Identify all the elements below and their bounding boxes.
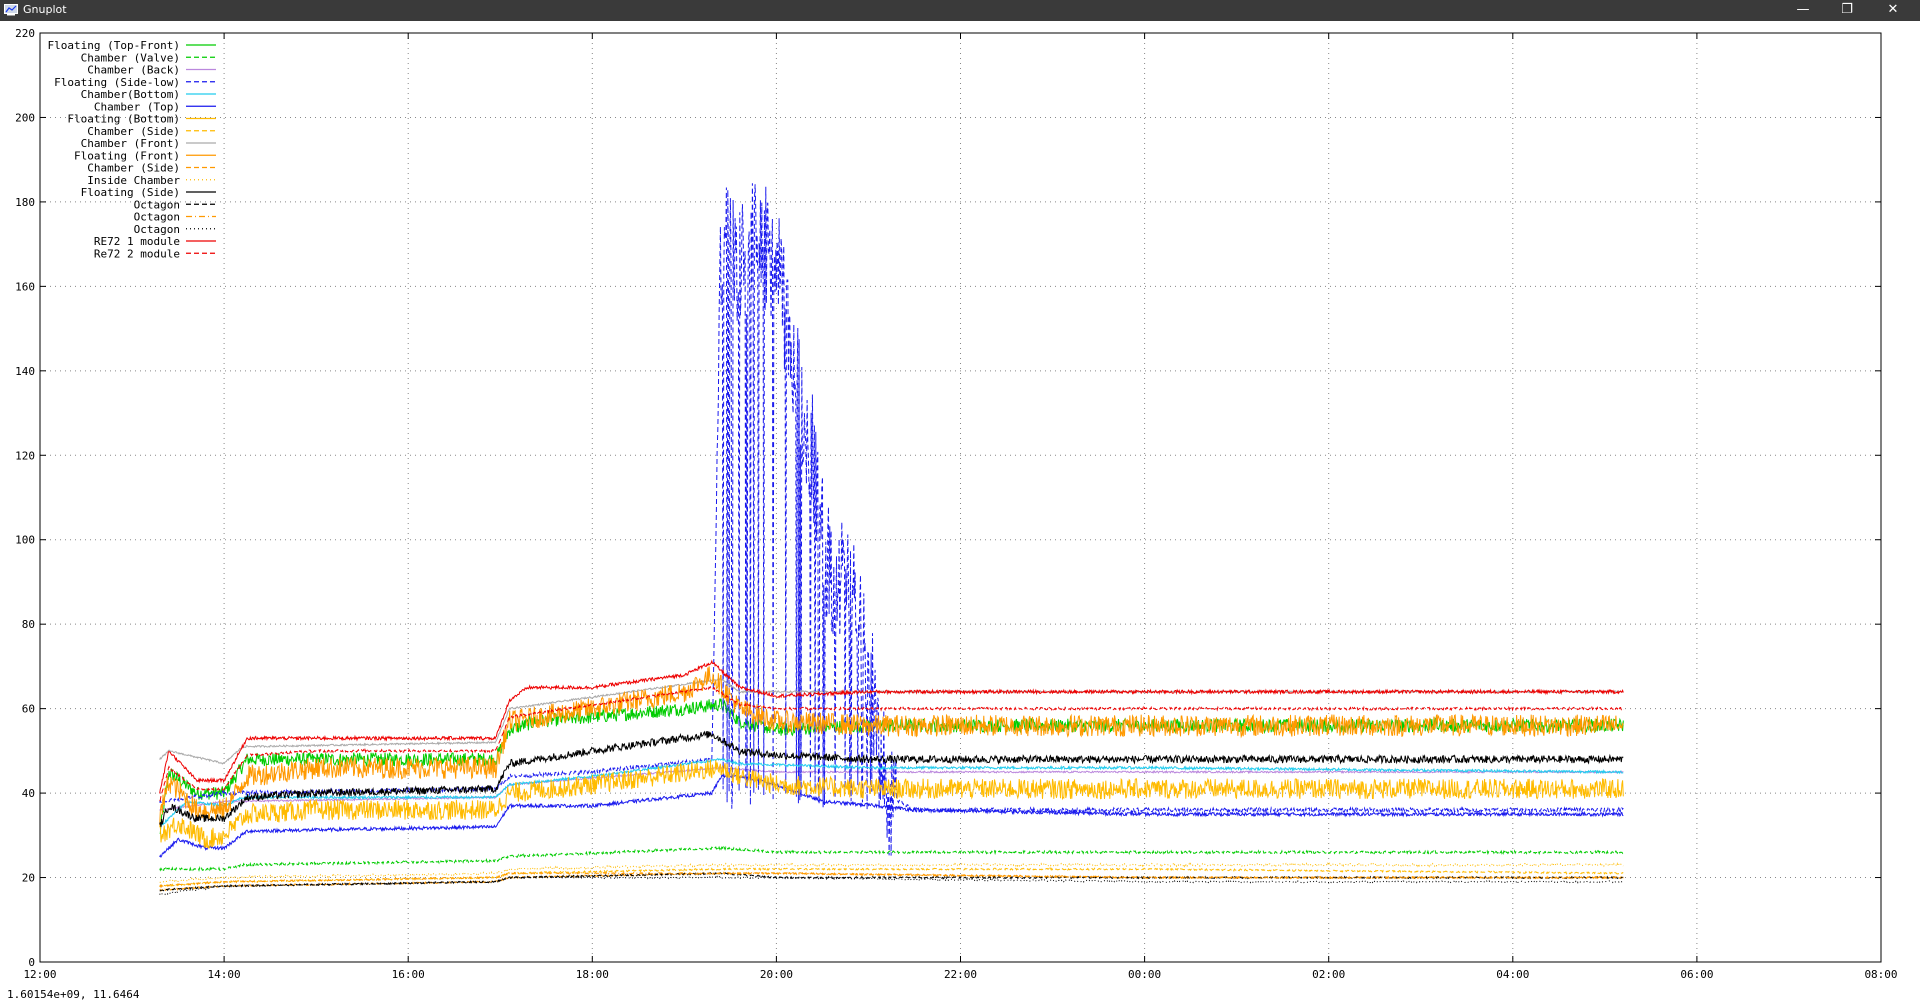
restore-icon: ❐ xyxy=(1841,2,1853,17)
y-tick-label: 40 xyxy=(22,787,35,800)
plot-canvas[interactable]: 12:00 14:00 16:00 18:00 20:00 22:00 00:00 02:00… xyxy=(0,21,1920,1002)
legend-label: Floating (Top-Front) xyxy=(48,39,180,52)
legend-label: Octagon xyxy=(134,211,180,224)
y-tick-label: 120 xyxy=(15,449,35,462)
legend-label: Chamber (Side) xyxy=(87,162,180,175)
minimize-button[interactable]: — xyxy=(1783,0,1823,21)
legend-label: Chamber (Back) xyxy=(87,64,180,77)
y-tick-label: 100 xyxy=(15,534,35,547)
close-icon: ✕ xyxy=(1887,2,1899,17)
y-tick-label: 220 xyxy=(15,27,35,40)
x-tick-label: 22:00 xyxy=(944,968,977,981)
legend-label: Octagon xyxy=(134,198,180,211)
legend-label: Re72 2 module xyxy=(94,247,180,260)
legend-label: RE72 1 module xyxy=(94,235,180,248)
x-tick-label: 00:00 xyxy=(1128,968,1161,981)
y-tick-label: 200 xyxy=(15,111,35,124)
legend-label: Inside Chamber xyxy=(87,174,180,187)
plot-border xyxy=(39,32,1882,963)
legend-label: Floating (Side-low) xyxy=(54,76,180,89)
gnuplot-app-icon xyxy=(4,4,18,16)
y-tick-label: 180 xyxy=(15,196,35,209)
y-tick-label: 20 xyxy=(22,872,35,885)
legend-label: Chamber(Bottom) xyxy=(81,88,180,101)
series-line-14 xyxy=(159,871,1624,888)
legend-label: Floating (Front) xyxy=(74,149,180,162)
legend-label: Floating (Bottom) xyxy=(67,113,180,126)
x-tick-label: 06:00 xyxy=(1680,968,1713,981)
y-tick-label: 80 xyxy=(22,618,35,631)
legend-label: Floating (Side) xyxy=(81,186,180,199)
x-tick-label: 08:00 xyxy=(1864,968,1897,981)
x-tick-label: 18:00 xyxy=(576,968,609,981)
x-tick-label: 04:00 xyxy=(1496,968,1529,981)
grid xyxy=(40,33,1881,962)
legend: Floating (Top-Front)Chamber (Valve)Chamb… xyxy=(48,39,216,260)
series-line-13 xyxy=(159,871,1624,892)
series-lines xyxy=(159,183,1624,897)
title-bar: Gnuplot — ❐ ✕ xyxy=(0,0,1920,21)
y-tick-label: 160 xyxy=(15,280,35,293)
legend-label: Chamber (Side) xyxy=(87,125,180,138)
x-tick-label: 14:00 xyxy=(208,968,241,981)
close-button[interactable]: ✕ xyxy=(1873,0,1913,21)
x-tick-label: 02:00 xyxy=(1312,968,1345,981)
y-tick-label: 140 xyxy=(15,365,35,378)
x-tick-label: 12:00 xyxy=(23,968,56,981)
series-line-3 xyxy=(159,183,1624,856)
legend-label: Chamber (Valve) xyxy=(81,51,180,64)
restore-button[interactable]: ❐ xyxy=(1827,0,1867,21)
legend-label: Octagon xyxy=(134,223,180,236)
cursor-coordinates: 1.60154e+09, 11.6464 xyxy=(7,988,140,1001)
y-tick-label: 0 xyxy=(28,956,35,969)
legend-label: Chamber (Top) xyxy=(94,100,180,113)
y-tick-label: 60 xyxy=(22,703,35,716)
legend-label: Chamber (Front) xyxy=(81,137,180,150)
window-title: Gnuplot xyxy=(23,3,67,16)
axis-ticks: 12:00 14:00 16:00 18:00 20:00 22:00 00:00 02:00… xyxy=(15,27,1897,981)
minimize-icon: — xyxy=(1796,2,1810,17)
x-tick-label: 20:00 xyxy=(760,968,793,981)
x-tick-label: 16:00 xyxy=(392,968,425,981)
